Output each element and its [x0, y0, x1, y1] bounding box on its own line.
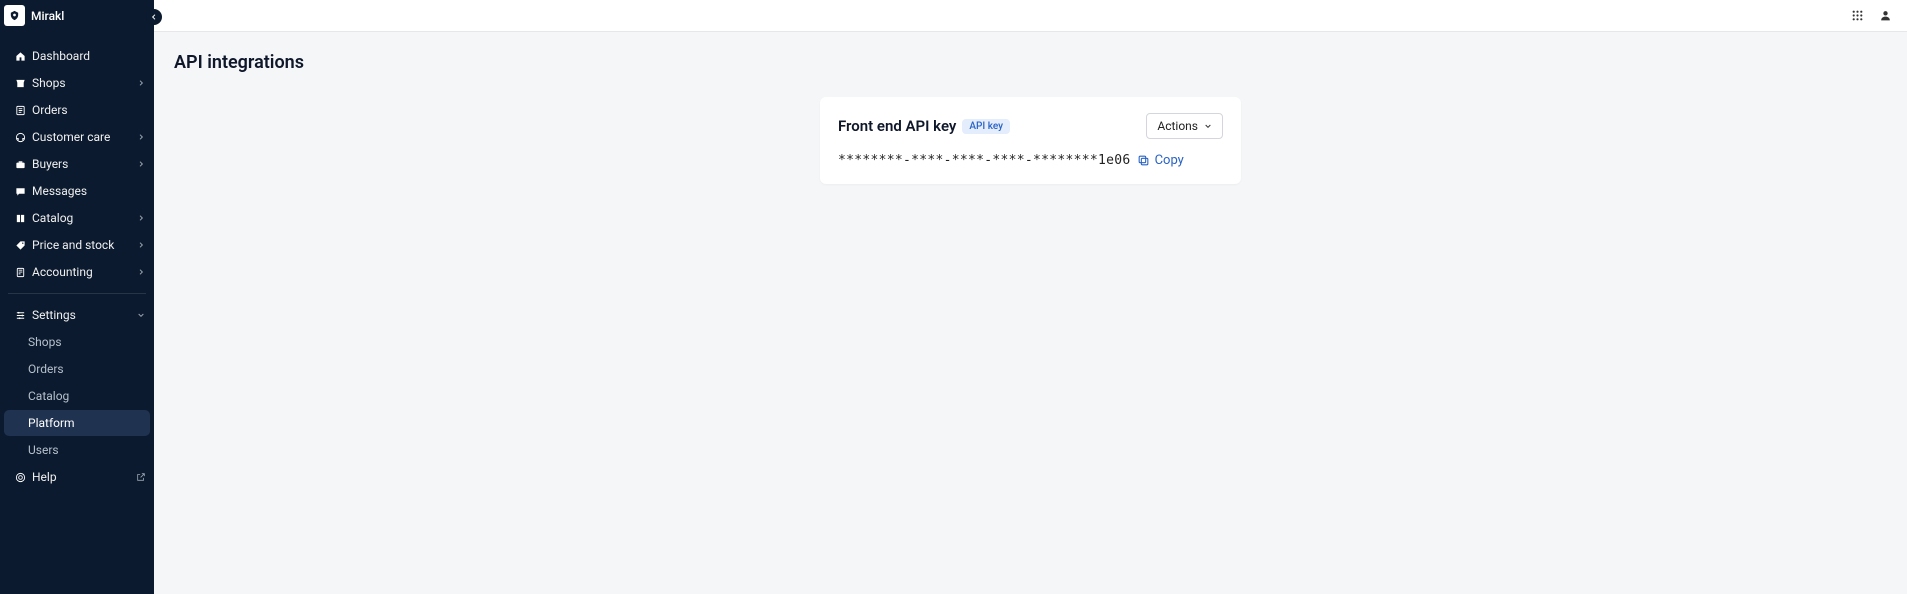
- orders-icon: [14, 104, 26, 116]
- sidebar-subitem-label: Platform: [28, 416, 75, 430]
- sidebar-item-label: Shops: [32, 76, 136, 90]
- topbar: [154, 0, 1907, 32]
- apps-grid-button[interactable]: [1847, 6, 1867, 26]
- sidebar-item-help[interactable]: Help: [4, 464, 150, 490]
- page-title: API integrations: [174, 52, 1887, 73]
- brand-name: Mirakl: [31, 9, 64, 23]
- price-icon: [14, 239, 26, 251]
- sidebar-item-catalog[interactable]: Catalog: [4, 205, 150, 231]
- card-title: Front end API key: [838, 117, 956, 135]
- sidebar-item-shops[interactable]: Shops: [4, 70, 150, 96]
- sidebar-subitem-label: Shops: [28, 335, 62, 349]
- chevron-right-icon: [136, 267, 146, 277]
- api-key-card: Front end API key API key Actions ******…: [820, 97, 1241, 184]
- user-menu-button[interactable]: [1875, 6, 1895, 26]
- sidebar-item-dashboard[interactable]: Dashboard: [4, 43, 150, 69]
- api-key-badge: API key: [962, 119, 1010, 134]
- chevron-right-icon: [136, 132, 146, 142]
- shield-icon: [9, 10, 20, 21]
- sidebar-divider: [8, 293, 146, 294]
- sidebar-item-label: Settings: [32, 308, 136, 322]
- chevron-right-icon: [136, 213, 146, 223]
- sidebar-collapse-button[interactable]: [146, 9, 162, 25]
- chevron-left-icon: [150, 13, 158, 21]
- chevron-right-icon: [136, 159, 146, 169]
- sidebar-item-orders[interactable]: Orders: [4, 97, 150, 123]
- copy-button[interactable]: Copy: [1137, 153, 1184, 168]
- buyers-icon: [14, 158, 26, 170]
- home-icon: [14, 50, 26, 62]
- sidebar-item-label: Orders: [32, 103, 146, 117]
- chevron-right-icon: [136, 240, 146, 250]
- sidebar-subitem-shops[interactable]: Shops: [4, 329, 150, 355]
- copy-icon: [1137, 154, 1150, 167]
- brand-logo: [4, 5, 25, 26]
- sidebar-subitem-orders[interactable]: Orders: [4, 356, 150, 382]
- actions-button[interactable]: Actions: [1146, 113, 1223, 139]
- sidebar-item-buyers[interactable]: Buyers: [4, 151, 150, 177]
- sidebar-subitem-catalog[interactable]: Catalog: [4, 383, 150, 409]
- sidebar: Mirakl Dashboard Shops Orders: [0, 0, 154, 594]
- sidebar-item-label: Price and stock: [32, 238, 136, 252]
- catalog-icon: [14, 212, 26, 224]
- settings-icon: [14, 309, 26, 321]
- sidebar-item-settings[interactable]: Settings: [4, 302, 150, 328]
- apps-grid-icon: [1851, 9, 1864, 22]
- copy-button-label: Copy: [1155, 153, 1184, 168]
- accounting-icon: [14, 266, 26, 278]
- sidebar-item-label: Help: [32, 470, 136, 484]
- help-icon: [14, 471, 26, 483]
- external-link-icon: [136, 472, 146, 482]
- sidebar-item-customer-care[interactable]: Customer care: [4, 124, 150, 150]
- main-area: API integrations Front end API key API k…: [154, 0, 1907, 594]
- sidebar-subitem-platform[interactable]: Platform: [4, 410, 150, 436]
- sidebar-subitem-label: Catalog: [28, 389, 69, 403]
- sidebar-subitem-users[interactable]: Users: [4, 437, 150, 463]
- sidebar-subitem-label: Orders: [28, 362, 64, 376]
- api-key-row: ********-****-****-****-********1e06 Cop…: [838, 153, 1223, 168]
- sidebar-header: Mirakl: [0, 0, 154, 32]
- sidebar-item-label: Buyers: [32, 157, 136, 171]
- messages-icon: [14, 185, 26, 197]
- sidebar-item-label: Customer care: [32, 130, 136, 144]
- sidebar-subitem-label: Users: [28, 443, 59, 457]
- content: API integrations Front end API key API k…: [154, 32, 1907, 594]
- api-key-value: ********-****-****-****-********1e06: [838, 153, 1131, 168]
- sidebar-item-label: Messages: [32, 184, 146, 198]
- sidebar-item-price-and-stock[interactable]: Price and stock: [4, 232, 150, 258]
- sidebar-item-messages[interactable]: Messages: [4, 178, 150, 204]
- customer-care-icon: [14, 131, 26, 143]
- chevron-right-icon: [136, 78, 146, 88]
- chevron-down-icon: [1204, 122, 1212, 130]
- card-header: Front end API key API key Actions: [838, 113, 1223, 139]
- shop-icon: [14, 77, 26, 89]
- actions-button-label: Actions: [1157, 119, 1198, 133]
- sidebar-item-label: Accounting: [32, 265, 136, 279]
- sidebar-item-accounting[interactable]: Accounting: [4, 259, 150, 285]
- sidebar-item-label: Dashboard: [32, 49, 146, 63]
- sidebar-item-label: Catalog: [32, 211, 136, 225]
- user-icon: [1879, 9, 1892, 22]
- chevron-down-icon: [136, 310, 146, 320]
- sidebar-nav: Dashboard Shops Orders Customer care: [0, 32, 154, 491]
